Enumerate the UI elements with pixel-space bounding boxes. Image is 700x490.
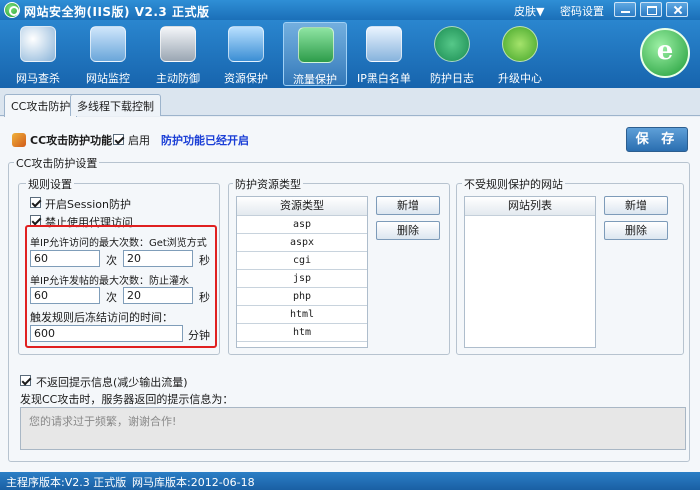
post-limit-label: 单IP允许发帖的最大次数：防止灌水 [30,276,189,287]
password-settings-link[interactable]: 密码设置 [560,3,604,19]
freeze-unit: 分钟 [188,329,210,342]
freeze-label: 触发规则后冻结访问的时间： [30,311,173,324]
title-bar: 网站安全狗(IIS版) V2.3 正式版 皮肤▼ 密码设置 [0,0,700,20]
rules-legend: 规则设置 [26,176,74,192]
list-item[interactable]: htm [237,325,367,342]
exempt-legend: 不受规则保护的网站 [462,176,565,192]
visit-limit-label: 单IP允许访问的最大次数：Get浏览方式 [30,238,207,249]
delete-resource-button[interactable]: 删除 [376,221,440,240]
log-icon [434,26,470,62]
settings-legend: CC攻击防护设置 [14,155,100,171]
resource-icon [228,26,264,62]
list-item[interactable]: aspx [237,235,367,252]
close-button[interactable] [666,2,688,17]
toolbar-label: 升级中心 [498,72,542,85]
tab-download-control[interactable]: 多线程下载控制 [70,94,161,116]
toolbar-site-monitor[interactable]: 网站监控 [76,22,140,86]
cc-protection-panel: CC攻击防护功能 启用 防护功能已经开启 保 存 CC攻击防护设置 规则设置 开… [0,117,700,472]
visit-seconds-input[interactable] [123,250,193,267]
exempt-list-header: 网站列表 [465,197,595,216]
toolbar-label: 防护日志 [430,72,474,85]
post-seconds-input[interactable] [123,287,193,304]
list-item[interactable]: html [237,307,367,324]
app-title: 网站安全狗(IIS版) V2.3 正式版 [24,5,210,19]
monitor-icon [90,26,126,62]
toolbar-label: 资源保护 [224,72,268,85]
visit-seconds-unit: 秒 [199,254,210,267]
toolbar-label: 流量保护 [293,73,337,86]
list-item[interactable]: asp [237,217,367,234]
ip-list-icon [366,26,402,62]
tab-cc-protection[interactable]: CC攻击防护 [4,94,78,117]
resource-list: 资源类型 asp aspx cgi jsp php html htm [236,196,368,348]
toolbar-label: 网马查杀 [16,72,60,85]
feature-label: CC攻击防护功能 [30,134,113,147]
brand-logo-icon: e [640,28,690,78]
enable-checkbox[interactable] [113,134,124,145]
toolbar-ip-list[interactable]: IP黑白名单 [352,22,416,86]
add-resource-button[interactable]: 新增 [376,196,440,215]
visit-count-input[interactable] [30,250,100,267]
add-site-button[interactable]: 新增 [604,196,668,215]
list-item[interactable]: php [237,289,367,306]
tab-strip: CC攻击防护 多线程下载控制 [0,88,700,117]
delete-site-button[interactable]: 删除 [604,221,668,240]
toolbar-active-defense[interactable]: 主动防御 [146,22,210,86]
list-item[interactable]: cgi [237,253,367,270]
main-toolbar: 网马查杀 网站监控 主动防御 资源保护 流量保护 IP黑白名单 防护日志 升级中… [0,20,700,88]
toolbar-resource-protect[interactable]: 资源保护 [214,22,278,86]
maximize-button[interactable] [640,2,662,17]
freeze-minutes-input[interactable] [30,325,183,342]
status-bar: 主程序版本:V2.3 正式版 网马库版本:2012-06-18 [0,472,700,490]
toolbar-label: IP黑白名单 [357,72,411,85]
post-count-input[interactable] [30,287,100,304]
list-item[interactable]: jsp [237,271,367,288]
toolbar-label: 网站监控 [86,72,130,85]
db-version-text: 网马库版本:2012-06-18 [132,476,255,489]
brand-logo-letter: e [656,36,674,66]
post-seconds-unit: 秒 [199,291,210,304]
prompt-caption: 发现CC攻击时，服务器返回的提示信息为： [20,393,234,406]
main-version-text: 主程序版本:V2.3 正式版 [6,476,127,489]
toolbar-virus-scan[interactable]: 网马查杀 [6,22,70,86]
toolbar-label: 主动防御 [156,72,200,85]
session-label: 开启Session防护 [45,198,131,211]
resource-list-header: 资源类型 [237,197,367,216]
session-checkbox[interactable] [30,197,41,208]
save-button[interactable]: 保 存 [626,127,688,152]
toolbar-protect-log[interactable]: 防护日志 [420,22,484,86]
visit-count-unit: 次 [106,254,117,267]
status-text: 防护功能已经开启 [161,134,249,147]
skin-menu[interactable]: 皮肤▼ [514,3,544,19]
enable-label: 启用 [128,134,150,147]
toolbar-traffic-protect[interactable]: 流量保护 [283,22,347,86]
cc-shield-icon [12,133,26,147]
traffic-shield-icon [298,27,334,63]
no-prompt-label: 不返回提示信息(减少输出流量) [36,376,188,389]
upgrade-icon [502,26,538,62]
resources-legend: 防护资源类型 [233,176,303,192]
no-prompt-checkbox[interactable] [20,375,31,386]
post-count-unit: 次 [106,291,117,304]
prompt-message-input[interactable]: 您的请求过于频繁，谢谢合作! [20,407,686,450]
minimize-button[interactable] [614,2,636,17]
virus-scan-icon [20,26,56,62]
exempt-site-list: 网站列表 [464,196,596,348]
shield-icon [160,26,196,62]
app-logo-icon [4,2,20,18]
toolbar-upgrade-center[interactable]: 升级中心 [488,22,552,86]
